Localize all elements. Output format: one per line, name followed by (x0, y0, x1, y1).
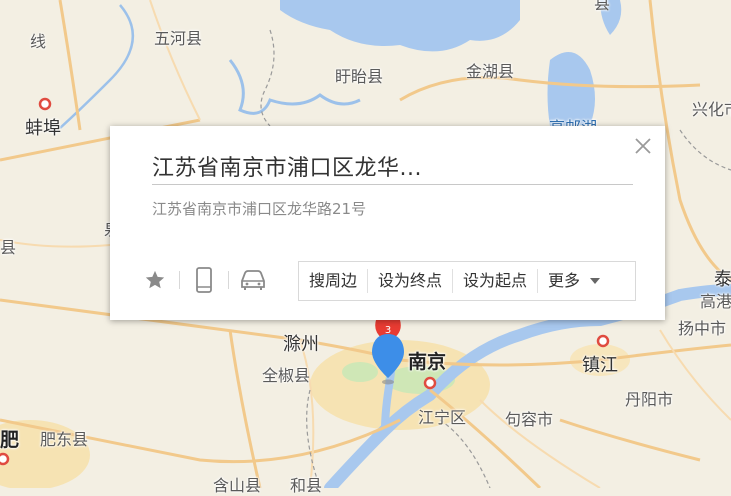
car-icon (241, 270, 265, 290)
send-to-phone-button[interactable] (189, 265, 219, 295)
drive-route-button[interactable] (238, 265, 268, 295)
popup-icon-bar (140, 265, 268, 295)
map-label: 兴化市 (692, 100, 731, 119)
map-label: 滁州 (283, 334, 319, 355)
map-label: 含山县 (213, 476, 262, 495)
popup-title: 江苏省南京市浦口区龙华... (152, 156, 422, 181)
popup-actions: 搜周边 设为终点 设为起点 更多 (298, 261, 636, 301)
map-label: 全椒县 (262, 366, 311, 385)
map-label: 句容市 (505, 410, 554, 429)
map-label: 镇江 (582, 355, 618, 376)
favorite-button[interactable] (140, 265, 170, 295)
set-origin-button[interactable]: 设为起点 (452, 269, 537, 293)
map-label: 线 (30, 32, 47, 51)
map-label: 肥东县 (40, 430, 89, 449)
more-label: 更多 (548, 271, 581, 290)
map-label: 肥 (0, 429, 20, 451)
blue-pin-icon (372, 334, 404, 378)
map-label: 五河县 (154, 29, 203, 48)
map-label: 金湖县 (466, 62, 515, 81)
map-label: 盱眙县 (335, 67, 384, 86)
set-destination-button[interactable]: 设为终点 (367, 269, 452, 293)
divider (152, 184, 633, 185)
phone-icon (196, 267, 212, 293)
map-label: 县 (594, 0, 611, 13)
search-nearby-button[interactable]: 搜周边 (299, 269, 367, 293)
popup-address: 江苏省南京市浦口区龙华路21号 (152, 200, 367, 218)
map-label: 泰 (714, 269, 731, 290)
more-dropdown[interactable]: 更多 (537, 269, 610, 293)
map-label: 丹阳市 (625, 390, 674, 409)
map-label: 南京 (408, 351, 447, 373)
star-icon (145, 270, 165, 289)
icon-separator (179, 271, 180, 289)
icon-separator (228, 271, 229, 289)
location-info-popup: 江苏省南京市浦口区龙华... 江苏省南京市浦口区龙华路21号 搜周边 设为终点 … (110, 126, 665, 320)
map-label: 江宁区 (418, 408, 467, 427)
chevron-down-icon (590, 278, 601, 284)
map-label: 扬中市 (678, 319, 727, 338)
map-label: 蚌埠 (25, 118, 61, 139)
map-label: 和县 (290, 476, 323, 495)
map-label: 高港 (700, 292, 731, 311)
close-icon[interactable] (633, 136, 653, 156)
map-label: 县 (0, 238, 17, 257)
location-pin-marker[interactable]: 3 (370, 320, 406, 386)
